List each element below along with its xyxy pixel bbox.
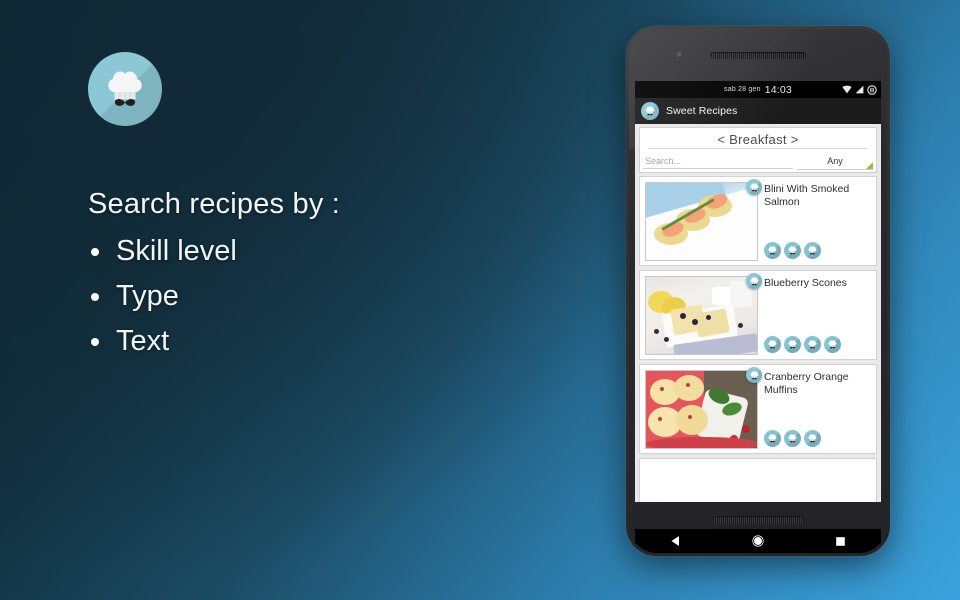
recipe-list-item[interactable]: Cranberry Orange Muffins: [639, 364, 877, 454]
chef-hat-icon: [746, 367, 762, 383]
type-filter-select[interactable]: Any: [797, 153, 873, 170]
chef-hat-icon: [764, 242, 781, 259]
phone-top-bezel: [629, 29, 887, 81]
app-title: Sweet Recipes: [666, 105, 738, 117]
feature-item-skill-level: Skill level: [88, 229, 558, 274]
front-camera-icon: [677, 52, 684, 59]
skill-level-indicator: [764, 242, 871, 259]
recipe-title: Blini With Smoked Salmon: [764, 183, 850, 208]
page-title: Search recipes by :: [88, 188, 341, 220]
recipe-list-item[interactable]: Blini With Smoked Salmon: [639, 176, 877, 266]
search-bar: Any: [639, 151, 877, 173]
status-bar-time: 14:03: [764, 83, 792, 96]
promo-panel: Search recipes by : Skill level Type Tex…: [88, 52, 558, 364]
recents-square-icon[interactable]: [818, 529, 862, 553]
phone-mockup: sab 28 gen 14:03 Sweet Recipes < Breakfa…: [626, 26, 890, 556]
recipe-list-item[interactable]: Blueberry Scones: [639, 270, 877, 360]
bottom-speaker: [712, 516, 804, 524]
chef-hat-icon: [764, 336, 781, 353]
recipe-title: Blueberry Scones: [764, 277, 847, 289]
chef-hat-icon: [746, 273, 762, 289]
feature-list: Skill level Type Text: [88, 229, 558, 364]
skill-level-indicator: [764, 336, 871, 353]
content-sheet: < Breakfast > Any: [635, 124, 881, 502]
android-navigation-bar: [635, 529, 881, 553]
category-label: < Breakfast >: [717, 132, 799, 147]
recipe-thumbnail: [645, 182, 758, 261]
search-input[interactable]: [643, 154, 793, 169]
chef-hat-icon: [824, 336, 841, 353]
earpiece-speaker: [710, 52, 806, 59]
recipe-thumbnail: [645, 370, 758, 449]
app-bar: Sweet Recipes: [635, 98, 881, 124]
chef-hat-icon: [784, 430, 801, 447]
skill-level-indicator: [764, 430, 871, 447]
feature-item-type: Type: [88, 274, 558, 319]
phone-screen: sab 28 gen 14:03 Sweet Recipes < Breakfa…: [635, 81, 881, 502]
recipe-title: Cranberry Orange Muffins: [764, 371, 849, 396]
chef-hat-mustache-icon: [88, 52, 162, 126]
cellular-signal-icon: [855, 85, 864, 94]
chef-hat-icon: [804, 336, 821, 353]
category-selector[interactable]: < Breakfast >: [639, 127, 877, 151]
chef-hat-app-icon[interactable]: [641, 102, 659, 120]
status-bar-date: sab 28 gen: [724, 86, 761, 93]
chef-hat-icon: [784, 242, 801, 259]
status-bar-icons: [842, 81, 877, 98]
chef-hat-icon: [784, 336, 801, 353]
recipe-thumbnail: [645, 276, 758, 355]
chef-hat-icon: [804, 242, 821, 259]
home-circle-icon[interactable]: [736, 529, 780, 553]
wifi-icon: [842, 85, 852, 94]
feature-item-text: Text: [88, 319, 558, 364]
status-bar: sab 28 gen 14:03: [635, 81, 881, 98]
battery-icon: [867, 84, 877, 95]
back-triangle-icon[interactable]: [654, 529, 698, 553]
chef-hat-icon: [804, 430, 821, 447]
chef-hat-icon: [746, 179, 762, 195]
recipe-list[interactable]: Blini With Smoked Salmon Blueberry Scone…: [639, 173, 877, 502]
chef-hat-icon: [764, 430, 781, 447]
type-filter-value: Any: [827, 156, 843, 166]
